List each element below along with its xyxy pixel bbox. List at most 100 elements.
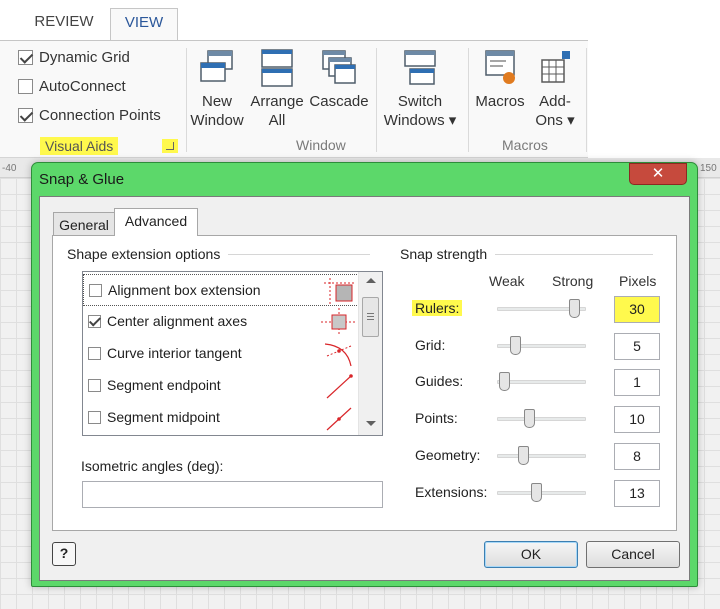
checkbox-unchecked-icon (18, 78, 33, 94)
switch-windows-label-2: Windows ▾ (383, 112, 457, 129)
section-rule (495, 253, 654, 255)
visual-aids-group-label: Visual Aids (40, 137, 119, 155)
new-window-button[interactable]: New Window (190, 48, 244, 130)
cascade-button[interactable]: Cascade (309, 48, 369, 111)
rulers-label: Rulers: (412, 300, 463, 316)
addons-label-2: Ons ▾ (535, 112, 575, 129)
points-slider-thumb[interactable] (524, 409, 535, 428)
macros-group-label: Macros (502, 137, 548, 153)
isometric-angles-label: Isometric angles (deg): (81, 458, 224, 474)
alignment-box-icon (324, 278, 356, 304)
list-item[interactable]: Segment endpoint (83, 370, 365, 402)
addons-icon (541, 51, 570, 83)
extensions-slider-thumb[interactable] (531, 483, 542, 502)
new-window-label-1: New (201, 93, 232, 110)
guides-slider-thumb[interactable] (499, 372, 510, 391)
segment-midpoint-icon (326, 407, 352, 431)
macros-label: Macros (475, 93, 525, 110)
checkbox-checked-icon[interactable] (88, 315, 101, 328)
cancel-button[interactable]: Cancel (586, 541, 680, 568)
arrange-all-button[interactable]: Arrange All (249, 48, 305, 130)
ok-button[interactable]: OK (484, 541, 578, 568)
list-item[interactable]: Segment midpoint (83, 402, 365, 434)
points-slider-track[interactable] (497, 417, 586, 421)
checkbox-checked-icon (18, 49, 33, 65)
arrange-all-icon (261, 49, 293, 87)
connection-points-checkbox[interactable]: Connection Points (18, 104, 161, 126)
tab-advanced[interactable]: Advanced (114, 208, 198, 236)
shape-extension-listbox[interactable]: Alignment box extension Center alignment… (82, 271, 383, 436)
geometry-label: Geometry: (415, 447, 481, 463)
checkbox-checked-icon (18, 107, 33, 123)
dynamic-grid-label: Dynamic Grid (39, 48, 130, 66)
weak-column-header: Weak (489, 273, 525, 289)
list-item[interactable]: Center alignment axes (83, 306, 365, 338)
new-window-icon (200, 50, 233, 82)
geometry-slider-thumb[interactable] (518, 446, 529, 465)
list-item-label: Segment endpoint (107, 377, 221, 393)
list-item-label: Curve interior tangent (107, 345, 242, 361)
segment-endpoint-icon (326, 374, 353, 399)
section-rule (228, 253, 371, 255)
shape-extension-heading: Shape extension options (67, 246, 371, 262)
ribbon-tab-strip: REVIEW VIEW (0, 0, 720, 41)
guides-slider-track[interactable] (497, 380, 586, 384)
ruler-number-right: 150 (700, 163, 717, 174)
snap-strength-heading: Snap strength (400, 246, 654, 262)
points-label: Points: (415, 410, 458, 426)
list-item[interactable]: Curve interior tangent (83, 338, 365, 370)
tab-general[interactable]: General (53, 212, 115, 236)
group-divider (586, 48, 587, 152)
group-divider (186, 48, 187, 152)
scroll-up-arrow-icon[interactable] (366, 278, 376, 283)
curve-tangent-icon (324, 343, 352, 367)
macros-icon (485, 50, 515, 84)
arrange-all-label-1: Arrange (250, 93, 304, 110)
guides-pixels-input[interactable]: 1 (614, 369, 660, 396)
grid-slider-thumb[interactable] (510, 336, 521, 355)
tab-view[interactable]: VIEW (110, 8, 178, 41)
checkbox-unchecked-icon[interactable] (88, 347, 101, 360)
guides-label: Guides: (415, 373, 464, 389)
switch-windows-button[interactable]: Switch Windows ▾ (382, 48, 458, 130)
dialog-launcher-icon[interactable] (162, 139, 178, 153)
tab-review[interactable]: REVIEW (22, 8, 106, 41)
ruler-number-left: -40 (2, 163, 17, 174)
checkbox-unchecked-icon[interactable] (88, 379, 101, 392)
list-item[interactable]: Alignment box extension (83, 274, 365, 306)
list-item-label: Alignment box extension (108, 282, 261, 298)
geometry-slider-track[interactable] (497, 454, 586, 458)
macros-button[interactable]: Macros (472, 48, 528, 111)
extensions-pixels-input[interactable]: 13 (614, 480, 660, 507)
switch-windows-label-1: Switch (397, 93, 443, 110)
geometry-pixels-input[interactable]: 8 (614, 443, 660, 470)
checkbox-unchecked-icon[interactable] (88, 411, 101, 424)
listbox-scrollbar[interactable] (358, 272, 382, 435)
isometric-angles-input[interactable] (82, 481, 383, 508)
addons-button[interactable]: Add- Ons ▾ (530, 48, 580, 130)
autoconnect-checkbox[interactable]: AutoConnect (18, 75, 126, 97)
list-item-label: Center alignment axes (107, 313, 248, 329)
dialog-title: Snap & Glue (39, 171, 125, 188)
grid-label: Grid: (415, 337, 446, 353)
checkbox-unchecked-icon[interactable] (89, 284, 102, 297)
autoconnect-label: AutoConnect (39, 77, 126, 95)
list-item-label: Segment midpoint (107, 409, 220, 425)
snap-strength-heading-text: Snap strength (400, 246, 488, 262)
help-icon[interactable]: ? (52, 542, 76, 566)
rulers-pixels-input[interactable]: 30 (614, 296, 660, 323)
grid-pixels-input[interactable]: 5 (614, 333, 660, 360)
extensions-label: Extensions: (415, 484, 488, 500)
points-pixels-input[interactable]: 10 (614, 406, 660, 433)
scroll-down-arrow-icon[interactable] (366, 421, 376, 426)
connection-points-label: Connection Points (39, 106, 161, 124)
cascade-label: Cascade (309, 93, 369, 110)
arrange-all-label-2: All (268, 112, 286, 129)
dynamic-grid-checkbox[interactable]: Dynamic Grid (18, 46, 130, 68)
close-button[interactable]: ✕ (629, 163, 687, 185)
new-window-label-2: Window (190, 112, 244, 129)
scroll-thumb[interactable] (362, 297, 379, 337)
strong-column-header: Strong (552, 273, 594, 289)
addons-label-1: Add- (539, 93, 571, 110)
rulers-slider-thumb[interactable] (569, 299, 580, 318)
